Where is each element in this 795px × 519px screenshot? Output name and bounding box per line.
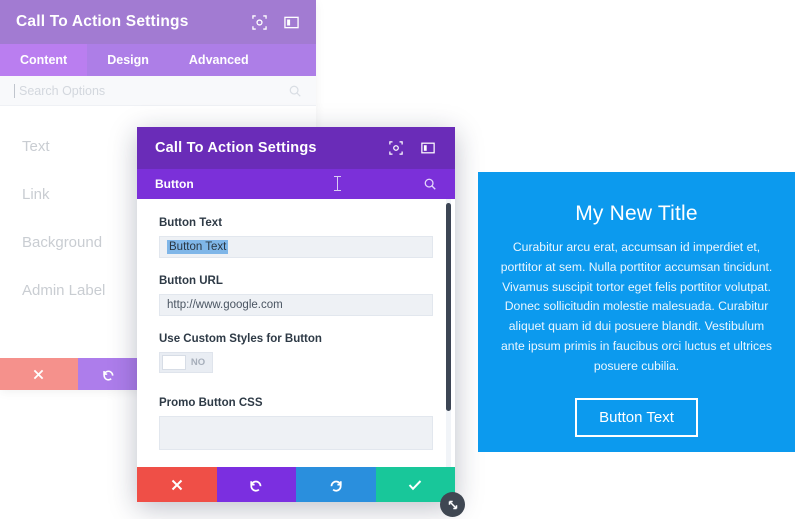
toggle-wrapper: NO: [159, 352, 433, 373]
redo-button[interactable]: [296, 467, 376, 502]
split-layout-icon[interactable]: [419, 139, 437, 157]
preview-body-text: Curabitur arcu erat, accumsan id imperdi…: [500, 240, 773, 373]
tab-advanced[interactable]: Advanced: [169, 44, 269, 76]
modal-footer: [137, 467, 455, 502]
modal-form-body: Button Text Button Text Button URL http:…: [137, 199, 455, 467]
focus-target-icon[interactable]: [387, 139, 405, 157]
back-panel-header: Call To Action Settings: [0, 0, 316, 44]
call-to-action-settings-modal: Call To Action Settings Button Button Te…: [137, 127, 455, 502]
back-panel-footer: [0, 358, 140, 390]
close-button[interactable]: [137, 467, 217, 502]
text-cursor-icon: [334, 176, 341, 191]
vertical-scrollbar[interactable]: [446, 203, 451, 411]
cta-module-preview: My New Title Curabitur arcu erat, accums…: [478, 172, 795, 452]
page-title: Call To Action Settings: [155, 140, 317, 156]
preview-title: My New Title: [575, 202, 698, 225]
section-label-button: Button: [155, 177, 194, 191]
toggle-knob: [162, 355, 186, 370]
resize-handle-icon[interactable]: [440, 492, 465, 517]
search-input[interactable]: Search Options: [19, 84, 288, 98]
field-promo-button-css: Promo Button CSS: [159, 397, 433, 450]
modal-section-bar: Button: [137, 169, 455, 199]
toggle-value: NO: [190, 357, 206, 368]
promo-button-css-textarea[interactable]: [159, 416, 433, 450]
preview-cta-button[interactable]: Button Text: [575, 398, 698, 438]
field-label: Promo Button CSS: [159, 397, 263, 409]
field-button-text: Button Text Button Text: [159, 217, 433, 258]
field-label: Button Text: [159, 217, 223, 229]
field-button-url: Button URL http://www.google.com: [159, 275, 433, 316]
tab-design[interactable]: Design: [87, 44, 169, 76]
field-label: Button URL: [159, 275, 223, 287]
search-icon[interactable]: [423, 177, 437, 191]
undo-button[interactable]: [216, 467, 296, 502]
back-panel-tabs: Content Design Advanced: [0, 44, 316, 76]
search-icon[interactable]: [288, 84, 302, 98]
screen: Call To Action Settings Content Design A…: [0, 0, 795, 519]
custom-styles-toggle[interactable]: NO: [159, 352, 213, 373]
button-text-input[interactable]: Button Text: [159, 236, 433, 258]
tab-content[interactable]: Content: [0, 44, 88, 76]
split-layout-icon[interactable]: [282, 13, 300, 31]
focus-target-icon[interactable]: [250, 13, 268, 31]
field-label: Use Custom Styles for Button: [159, 333, 322, 345]
field-custom-styles: Use Custom Styles for Button NO: [159, 333, 433, 373]
text-caret: [14, 83, 15, 98]
back-undo-button[interactable]: [77, 358, 140, 390]
back-close-button[interactable]: [0, 358, 78, 390]
back-panel-title: Call To Action Settings: [16, 13, 189, 30]
selected-text: Button Text: [167, 240, 229, 254]
button-url-input[interactable]: http://www.google.com: [159, 294, 433, 316]
modal-header: Call To Action Settings: [137, 127, 455, 169]
search-options-bar[interactable]: Search Options: [0, 76, 316, 106]
